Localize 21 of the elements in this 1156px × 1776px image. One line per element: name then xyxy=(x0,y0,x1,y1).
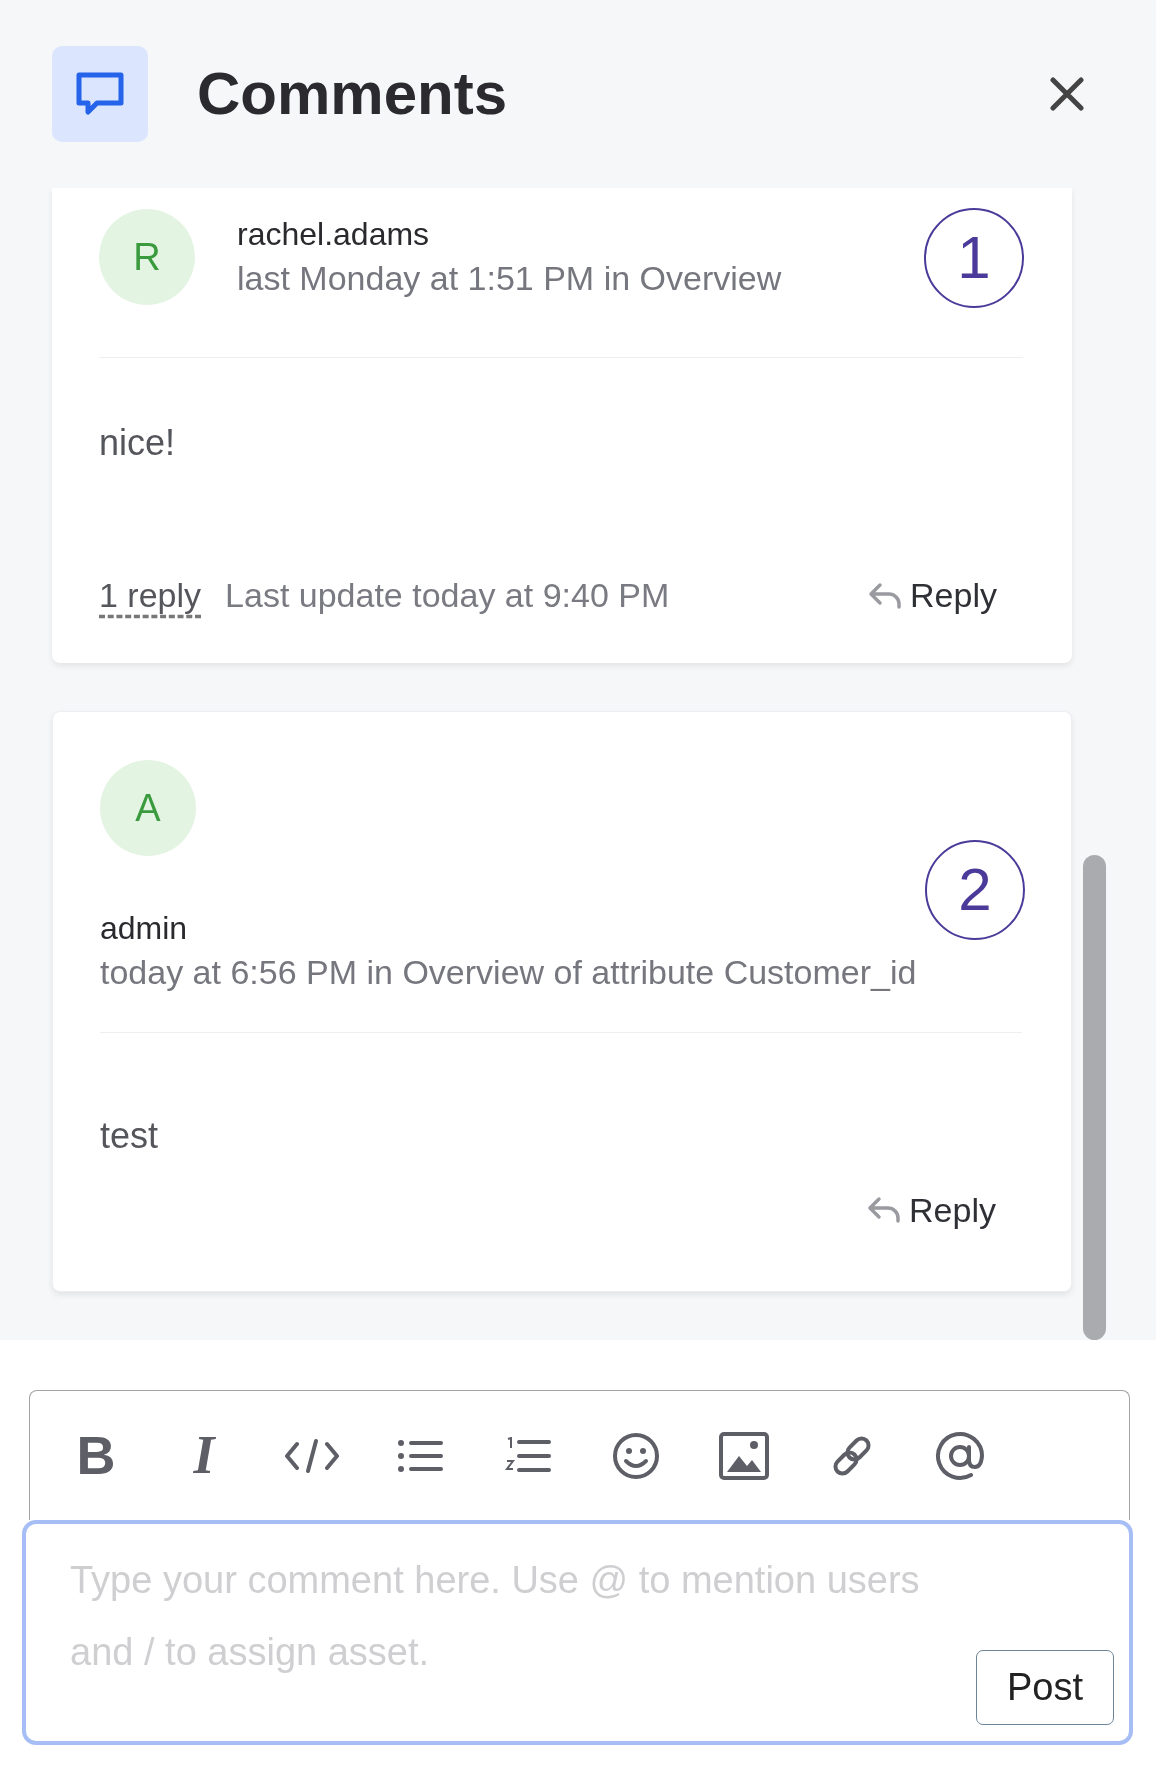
author-name: admin xyxy=(100,909,189,948)
comment-meta: today at 6:56 PM in Overview of attribute Customer_id xyxy=(100,951,918,993)
reply-arrow-icon xyxy=(868,581,903,610)
avatar: A xyxy=(100,760,196,856)
comment-meta: last Monday at 1:51 PM in Overview xyxy=(237,257,782,299)
post-button[interactable]: Post xyxy=(976,1650,1114,1725)
avatar: R xyxy=(99,209,195,305)
step-marker: 1 xyxy=(924,208,1024,308)
step-marker: 2 xyxy=(925,840,1025,940)
comment-text: test xyxy=(100,1113,160,1158)
comment-icon xyxy=(52,46,148,142)
reply-button[interactable]: Reply xyxy=(867,1184,996,1236)
panel-title: Comments xyxy=(197,59,508,129)
last-update: Last update today at 9:40 PM xyxy=(225,575,670,616)
replies-link[interactable]: 1 reply xyxy=(99,570,202,621)
reply-arrow-icon xyxy=(867,1196,902,1225)
reply-button[interactable]: Reply xyxy=(868,570,997,621)
scrollbar[interactable] xyxy=(1083,855,1106,1340)
close-icon[interactable] xyxy=(1050,77,1084,111)
comment-text: nice! xyxy=(99,421,177,465)
author-name: rachel.adams xyxy=(237,215,431,255)
